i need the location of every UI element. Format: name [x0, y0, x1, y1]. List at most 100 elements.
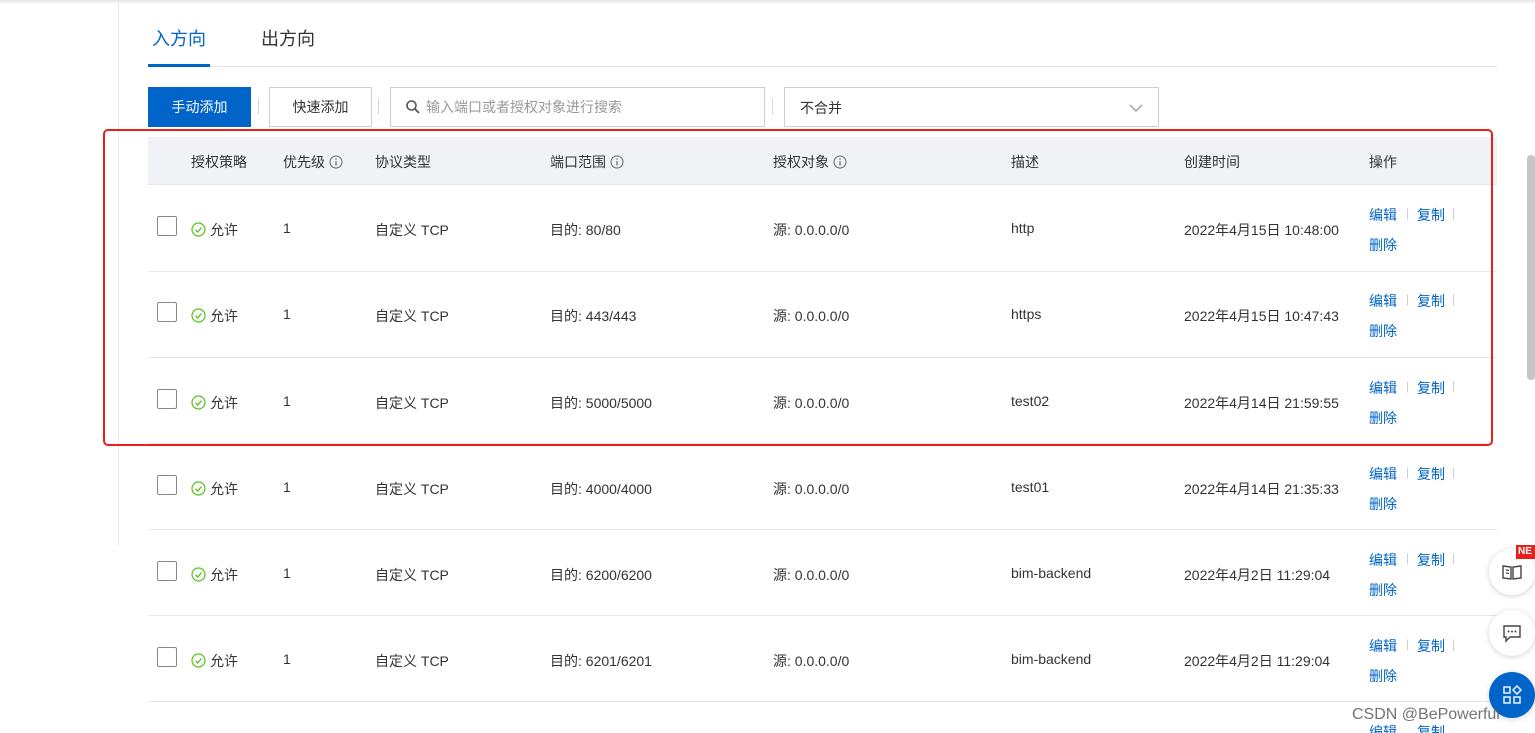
header-port-range: 端口范围 [550, 152, 624, 172]
delete-link[interactable]: 删除 [1369, 666, 1397, 686]
info-icon[interactable] [610, 155, 624, 169]
edit-link[interactable]: 编辑 [1369, 378, 1397, 398]
toolbar-separator [258, 98, 259, 114]
priority-cell: 1 [283, 220, 291, 236]
copy-link[interactable]: 复制 [1417, 636, 1445, 656]
header-created: 创建时间 [1184, 154, 1240, 170]
check-circle-icon [191, 481, 206, 496]
action-separator: | [1452, 206, 1456, 220]
description-cell: https [1011, 306, 1042, 322]
delete-link[interactable]: 删除 [1369, 321, 1397, 341]
priority-cell: 1 [283, 565, 291, 581]
scrollbar-thumb[interactable] [1527, 155, 1535, 380]
protocol-cell: 自定义 TCP [375, 395, 449, 411]
copy-link[interactable]: 复制 [1417, 464, 1445, 484]
direction-tabs: 入方向 出方向 [148, 14, 1497, 67]
created-cell: 2022年4月14日 21:35:33 [1184, 481, 1339, 497]
edit-link[interactable]: 编辑 [1369, 636, 1397, 656]
watermark: CSDN @BePowerful [1352, 706, 1500, 723]
row-checkbox[interactable] [157, 302, 177, 322]
quick-add-button[interactable]: 快速添加 [269, 87, 372, 127]
source-cell: 源: 0.0.0.0/0 [773, 481, 850, 497]
copy-link[interactable]: 复制 [1417, 550, 1445, 570]
row-checkbox[interactable] [157, 647, 177, 667]
tab-inbound[interactable]: 入方向 [148, 14, 210, 67]
delete-link[interactable]: 删除 [1369, 408, 1397, 428]
source-cell: 源: 0.0.0.0/0 [773, 222, 850, 238]
policy-cell: 允许 [210, 567, 238, 583]
book-icon [1502, 565, 1522, 580]
header-protocol: 协议类型 [375, 154, 431, 170]
tab-outbound[interactable]: 出方向 [260, 14, 316, 66]
port-cell: 目的: 4000/4000 [550, 481, 652, 497]
action-separator: | [1452, 292, 1456, 306]
header-description: 描述 [1011, 154, 1039, 170]
description-cell: bim-backend [1011, 565, 1092, 581]
row-checkbox[interactable] [157, 389, 177, 409]
policy-cell: 允许 [210, 395, 238, 411]
created-cell: 2022年4月15日 10:48:00 [1184, 222, 1339, 238]
header-policy: 授权策略 [191, 154, 247, 170]
info-icon[interactable] [329, 155, 343, 169]
copy-link[interactable]: 复制 [1417, 378, 1445, 398]
delete-link[interactable]: 删除 [1369, 494, 1397, 514]
check-circle-icon [191, 653, 206, 668]
action-separator: | [1406, 206, 1410, 220]
edit-link[interactable]: 编辑 [1369, 464, 1397, 484]
merge-select[interactable]: 不合并 [784, 87, 1159, 127]
chat-float-button[interactable] [1489, 610, 1535, 656]
info-icon[interactable] [833, 155, 847, 169]
header-priority: 优先级 [283, 152, 343, 172]
row-checkbox[interactable] [157, 561, 177, 581]
top-shadow [0, 0, 1535, 4]
created-cell: 2022年4月2日 11:29:04 [1184, 653, 1331, 669]
delete-link[interactable]: 删除 [1369, 580, 1397, 600]
manual-add-button[interactable]: 手动添加 [148, 87, 251, 127]
edit-link[interactable]: 编辑 [1369, 291, 1397, 311]
header-priority-label: 优先级 [283, 154, 325, 170]
port-cell: 目的: 80/80 [550, 222, 621, 238]
merge-select-value: 不合并 [800, 100, 842, 116]
edit-link[interactable]: 编辑 [1369, 550, 1397, 570]
action-separator: | [1452, 465, 1456, 479]
description-cell: test01 [1011, 479, 1050, 495]
delete-link[interactable]: 删除 [1369, 235, 1397, 255]
chevron-down-icon [1129, 104, 1143, 112]
created-cell: 2022年4月14日 21:59:55 [1184, 395, 1339, 411]
description-cell: http [1011, 220, 1035, 236]
action-separator: | [1406, 551, 1410, 565]
search-box[interactable] [390, 87, 765, 127]
row-checkbox[interactable] [157, 475, 177, 495]
copy-link[interactable]: 复制 [1417, 291, 1445, 311]
apps-icon [1503, 685, 1522, 704]
table-row: 允许 1 自定义 TCP 目的: 5000/5000 源: 0.0.0.0/0 … [148, 358, 1497, 444]
copy-link[interactable]: 复制 [1417, 205, 1445, 225]
priority-cell: 1 [283, 393, 291, 409]
toolbar-separator [772, 98, 773, 114]
edit-link[interactable]: 编辑 [1369, 205, 1397, 225]
action-separator: | [1406, 465, 1410, 479]
action-separator: | [1406, 292, 1410, 306]
table-row: 允许 1 自定义 TCP 目的: 80/80 源: 0.0.0.0/0 http… [148, 186, 1497, 272]
source-cell: 源: 0.0.0.0/0 [773, 567, 850, 583]
policy-cell: 允许 [210, 308, 238, 324]
action-separator: | [1452, 637, 1456, 651]
row-checkbox[interactable] [157, 216, 177, 236]
header-auth-object-label: 授权对象 [773, 154, 829, 170]
action-separator: | [1452, 379, 1456, 393]
toolbar-separator [378, 98, 379, 114]
chat-icon [1503, 625, 1521, 643]
priority-cell: 1 [283, 651, 291, 667]
created-cell: 2022年4月2日 11:29:04 [1184, 567, 1331, 583]
policy-cell: 允许 [210, 653, 238, 669]
description-cell: test02 [1011, 393, 1050, 409]
search-input[interactable] [426, 96, 746, 118]
search-icon [406, 100, 420, 114]
new-badge: NE [1516, 545, 1535, 559]
table-row: 允许 1 自定义 TCP 目的: 443/443 源: 0.0.0.0/0 ht… [148, 272, 1497, 358]
protocol-cell: 自定义 TCP [375, 567, 449, 583]
action-separator: | [1406, 637, 1410, 651]
port-cell: 目的: 6200/6200 [550, 567, 652, 583]
protocol-cell: 自定义 TCP [375, 308, 449, 324]
table-row: 允许 1 自定义 TCP 目的: 6201/6201 源: 0.0.0.0/0 … [148, 616, 1497, 702]
